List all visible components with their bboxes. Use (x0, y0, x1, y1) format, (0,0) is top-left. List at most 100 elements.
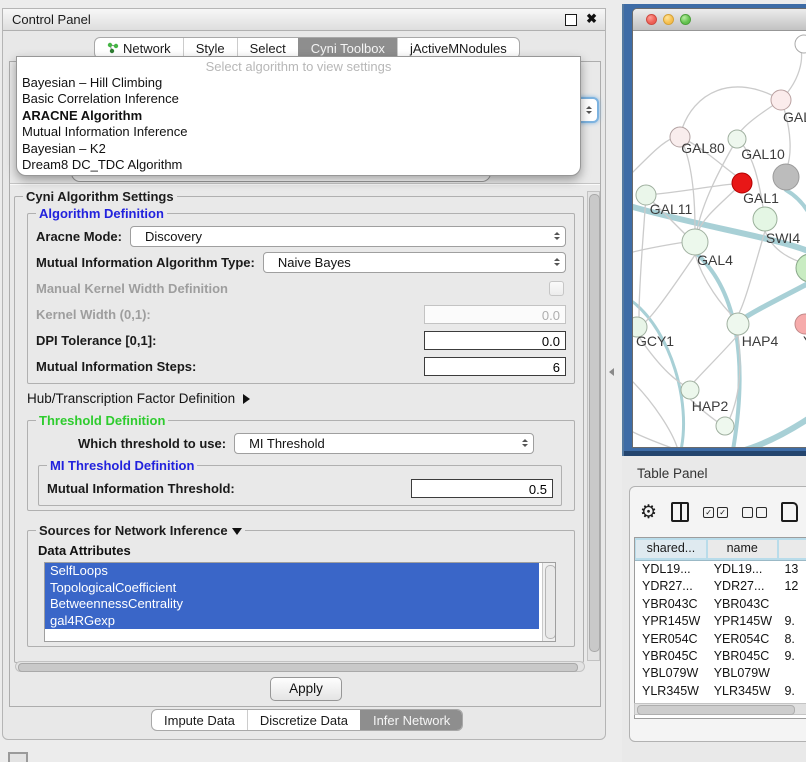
kernel-width-field[interactable]: 0.0 (424, 305, 566, 324)
aracne-mode-combobox[interactable]: Discovery (130, 226, 566, 247)
table-row[interactable]: YER054CYER054C8. (635, 631, 806, 648)
attribute-item-betweennesscentrality[interactable]: BetweennessCentrality (45, 596, 539, 613)
deselect-all-checkboxes-icon[interactable] (742, 507, 767, 518)
tab-jactivemnodules[interactable]: jActiveMNodules (397, 38, 519, 58)
data-attributes-list: SelfLoopsTopologicalCoefficientBetweenne… (44, 562, 556, 642)
manual-kernel-width-checkbox[interactable] (549, 281, 564, 296)
mi-algorithm-type-combobox[interactable]: Naive Bayes (263, 252, 566, 273)
table-row[interactable]: YDL19...YDL19...13 (635, 561, 806, 578)
table-row[interactable]: YPR145WYPR145W9. (635, 613, 806, 630)
network-node[interactable] (795, 35, 806, 53)
threshold-definition-title: Threshold Definition (36, 413, 168, 428)
settings-vertical-scrollbar[interactable] (587, 191, 600, 661)
dropdown-item-basic-correlation-inference[interactable]: Basic Correlation Inference (17, 91, 580, 107)
network-node[interactable] (773, 164, 799, 190)
apply-button[interactable]: Apply (270, 677, 342, 701)
kernel-width-label: Kernel Width (0,1): (36, 307, 151, 322)
network-edge (633, 432, 703, 448)
dropdown-item-dream8-dc-tdc-algorithm[interactable]: Dream8 DC_TDC Algorithm (17, 157, 580, 173)
dropdown-item-bayesian-hill-climbing[interactable]: Bayesian – Hill Climbing (17, 75, 580, 91)
tab-network[interactable]: Network (95, 38, 183, 58)
mi-threshold-label: Mutual Information Threshold: (47, 481, 235, 496)
table-row[interactable]: YBL079WYBL079W (635, 665, 806, 682)
network-canvas[interactable]: GALGAL80GAL10GAL1GAL11SWI4GAL4GCY1HAP4YH… (633, 31, 806, 448)
table-cell (777, 665, 806, 682)
control-panel-window: Control Panel ✖ NetworkStyleSelectCyni T… (2, 8, 606, 740)
table-horizontal-scrollbar[interactable] (634, 703, 806, 715)
node-label-gal1: GAL1 (743, 190, 779, 206)
network-node[interactable] (771, 90, 791, 110)
tab-select[interactable]: Select (237, 38, 298, 58)
column-header-name[interactable]: name (708, 540, 777, 558)
network-node[interactable] (716, 417, 734, 435)
table-cell: YBR043C (707, 596, 778, 613)
aracne-mode-value: Discovery (131, 229, 202, 244)
tab-cyni-toolbox[interactable]: Cyni Toolbox (298, 38, 397, 58)
chevron-up-down-icon (554, 232, 560, 240)
export-table-icon[interactable] (781, 502, 798, 522)
network-edge (641, 255, 695, 325)
attribute-item-selfloops[interactable]: SelfLoops (45, 563, 539, 580)
tab-label: Select (250, 41, 286, 56)
tab-style[interactable]: Style (183, 38, 237, 58)
table-cell: YBR043C (635, 596, 707, 613)
close-icon[interactable]: ✖ (586, 11, 597, 27)
network-node[interactable] (796, 254, 806, 282)
sources-title: Sources for Network Inference (36, 523, 245, 538)
column-header-shared[interactable]: shared... (636, 540, 706, 558)
dpi-tolerance-field[interactable]: 0.0 (424, 331, 566, 350)
dpi-tolerance-label: DPI Tolerance [0,1]: (36, 333, 156, 348)
dropdown-item-aracne-algorithm[interactable]: ARACNE Algorithm (17, 108, 580, 124)
table-cell: YPR145W (635, 613, 707, 630)
column-header-col3[interactable] (779, 540, 806, 558)
minimized-panel-icon[interactable] (8, 752, 28, 762)
table-row[interactable]: YDR27...YDR27...12 (635, 578, 806, 595)
table-row[interactable]: YBR043CYBR043C (635, 596, 806, 613)
tab-impute-data[interactable]: Impute Data (152, 710, 247, 730)
close-traffic-light-icon[interactable] (646, 14, 657, 25)
network-window-titlebar[interactable] (633, 9, 806, 31)
tab-discretize-data[interactable]: Discretize Data (247, 710, 360, 730)
sources-group: Sources for Network Inference Data Attri… (27, 523, 575, 647)
table-cell: YBR045C (635, 648, 707, 665)
zoom-traffic-light-icon[interactable] (680, 14, 691, 25)
settings-horizontal-scrollbar[interactable] (15, 661, 585, 672)
network-edge (633, 242, 685, 252)
mi-threshold-field[interactable]: 0.5 (411, 479, 553, 498)
tab-infer-network[interactable]: Infer Network (360, 710, 462, 730)
list-vertical-scrollbar[interactable] (542, 563, 555, 641)
application-window: Control Panel ✖ NetworkStyleSelectCyni T… (0, 0, 806, 762)
dropdown-item-bayesian-k2[interactable]: Bayesian – K2 (17, 141, 580, 157)
table-body: YDL19...YDL19...13YDR27...YDR27...12YBR0… (635, 561, 806, 718)
dropdown-item-mutual-information-inference[interactable]: Mutual Information Inference (17, 124, 580, 140)
table-cell: 9. (777, 648, 806, 665)
bottom-tab-bar: Impute Data Discretize Data Infer Network (151, 709, 463, 731)
mi-steps-field[interactable]: 6 (424, 357, 566, 376)
gear-icon[interactable]: ⚙ (640, 503, 657, 522)
network-node[interactable] (727, 313, 749, 335)
tab-label: Discretize Data (260, 713, 348, 728)
table-row[interactable]: YBR045CYBR045C9. (635, 648, 806, 665)
network-node[interactable] (753, 207, 777, 231)
network-node[interactable] (795, 314, 806, 334)
split-columns-icon[interactable] (671, 502, 689, 522)
minimize-traffic-light-icon[interactable] (663, 14, 674, 25)
table-header-row: shared...name (635, 538, 806, 561)
which-threshold-combobox[interactable]: MI Threshold (234, 433, 534, 454)
node-label-hap2: HAP2 (692, 398, 729, 414)
node-label-gal10: GAL10 (741, 146, 785, 162)
node-label-gal4: GAL4 (697, 252, 733, 268)
chevron-up-down-icon (522, 439, 528, 447)
table-cell: YLR345W (635, 683, 707, 700)
hub-definition-expander[interactable]: Hub/Transcription Factor Definition (27, 391, 575, 406)
attribute-item-topologicalcoefficient[interactable]: TopologicalCoefficient (45, 580, 539, 597)
network-edge (639, 195, 646, 317)
float-window-icon[interactable] (565, 14, 577, 26)
attribute-item-gal4rgexp[interactable]: gal4RGexp (45, 613, 539, 630)
panel-collapse-arrow-icon[interactable] (609, 368, 614, 376)
table-cell: YPR145W (707, 613, 778, 630)
select-all-checkboxes-icon[interactable]: ✓✓ (703, 507, 728, 518)
table-row[interactable]: YLR345WYLR345W9. (635, 683, 806, 700)
table-cell: YDR27... (707, 578, 778, 595)
network-node[interactable] (681, 381, 699, 399)
